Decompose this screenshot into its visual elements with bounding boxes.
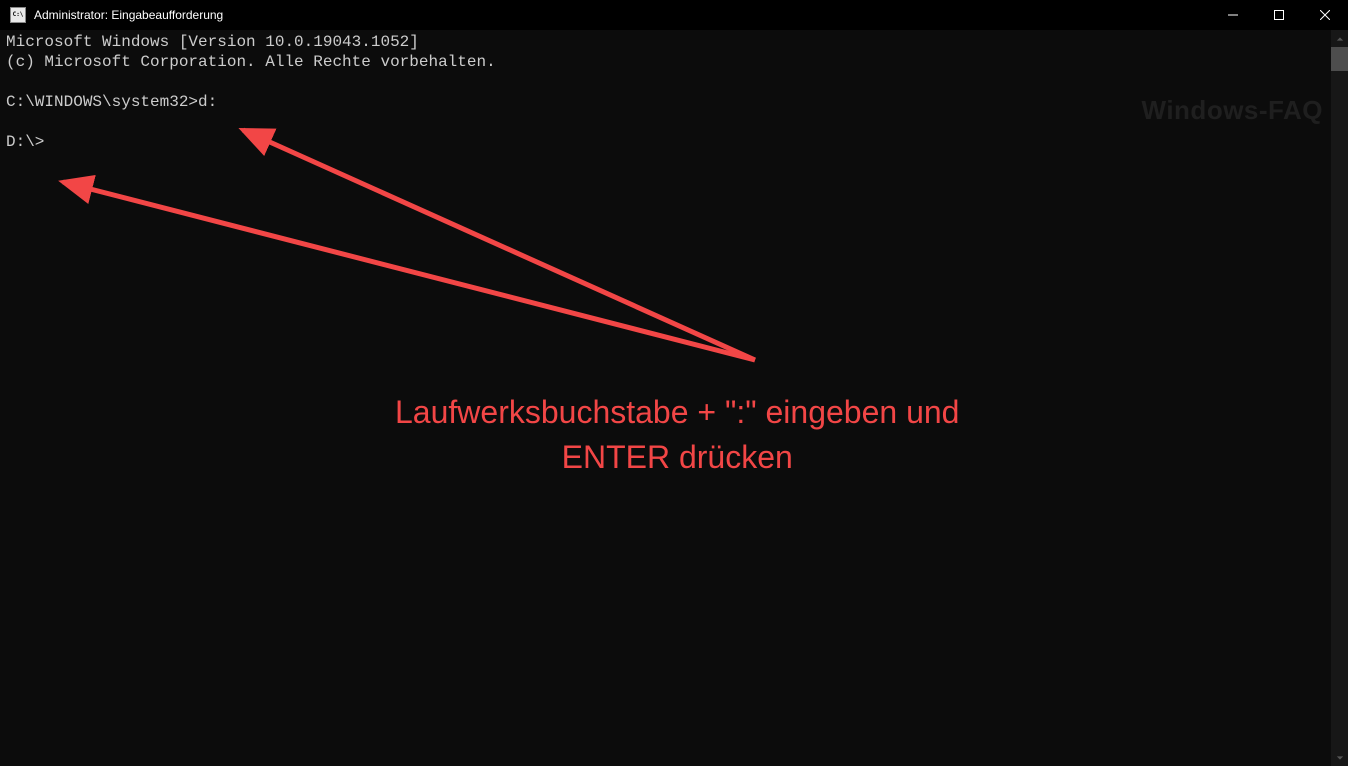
title-bar: Administrator: Eingabeaufforderung [0,0,1348,30]
close-button[interactable] [1302,0,1348,30]
scrollbar-vertical[interactable] [1331,30,1348,766]
scrollbar-down-button[interactable] [1331,749,1348,766]
close-icon [1320,10,1330,20]
console-prompt: D:\> [6,133,44,151]
console-output: Microsoft Windows [Version 10.0.19043.10… [0,30,1348,154]
minimize-button[interactable] [1210,0,1256,30]
window-title: Administrator: Eingabeaufforderung [34,8,1210,22]
cmd-app-icon [10,7,26,23]
window-controls [1210,0,1348,30]
console-line: Microsoft Windows [Version 10.0.19043.10… [6,33,419,51]
minimize-icon [1228,10,1238,20]
console-line: C:\WINDOWS\system32>d: [6,93,217,111]
console-line: (c) Microsoft Corporation. Alle Rechte v… [6,53,496,71]
scrollbar-up-button[interactable] [1331,30,1348,47]
maximize-button[interactable] [1256,0,1302,30]
chevron-up-icon [1336,35,1344,43]
chevron-down-icon [1336,754,1344,762]
scrollbar-thumb[interactable] [1331,47,1348,71]
maximize-icon [1274,10,1284,20]
console-area[interactable]: Microsoft Windows [Version 10.0.19043.10… [0,30,1348,766]
